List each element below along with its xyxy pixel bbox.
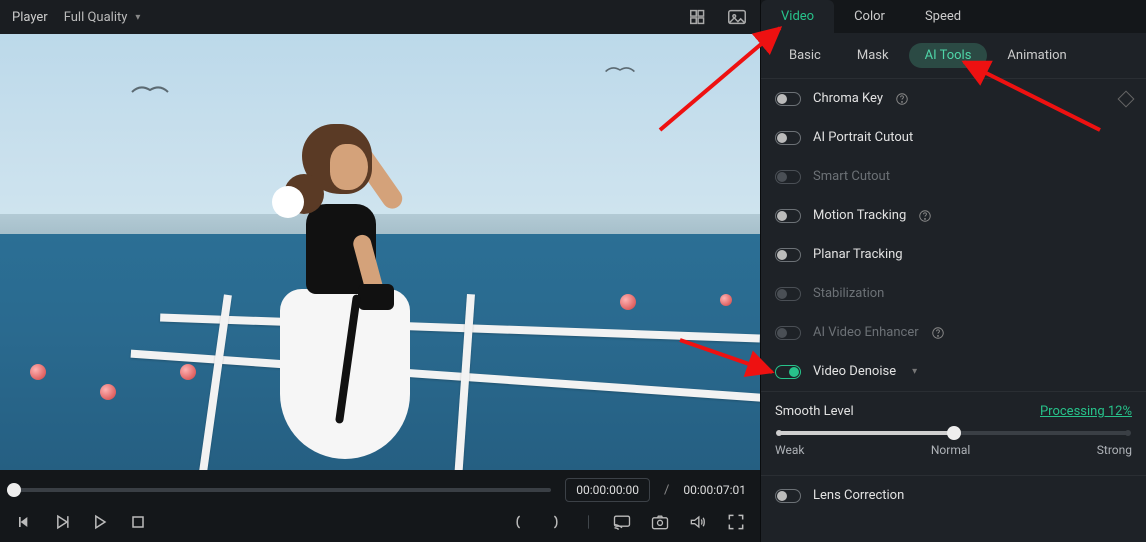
fullscreen-icon[interactable] (726, 512, 746, 532)
toggle-lens-correction[interactable] (775, 489, 801, 503)
time-current[interactable]: 00:00:00:00 (565, 478, 650, 502)
processing-link[interactable]: Processing 12% (1040, 404, 1132, 419)
video-preview[interactable] (0, 34, 760, 470)
progress-knob[interactable] (7, 483, 21, 497)
quality-dropdown[interactable]: Full Quality ▾ (64, 10, 141, 25)
smooth-level-block: Smooth Level Processing 12% Weak Normal … (761, 391, 1146, 475)
bird-icon (130, 84, 170, 96)
help-icon[interactable] (895, 92, 909, 106)
subtab-ai-tools[interactable]: AI Tools (909, 43, 988, 68)
label-lens-correction: Lens Correction (813, 488, 904, 503)
time-separator: / (664, 483, 669, 498)
toggle-chroma-key[interactable] (775, 92, 801, 106)
chevron-down-icon: ▾ (135, 12, 140, 23)
toggle-smart-cutout (775, 170, 801, 184)
subtab-basic[interactable]: Basic (773, 43, 837, 68)
play-forward-icon[interactable] (52, 512, 72, 532)
toggle-planar-tracking[interactable] (775, 248, 801, 262)
toggle-motion-tracking[interactable] (775, 209, 801, 223)
tool-ai-portrait-cutout[interactable]: AI Portrait Cutout (761, 118, 1146, 157)
tab-video[interactable]: Video (761, 0, 834, 33)
inspector-top-tabs: Video Color Speed (761, 0, 1146, 33)
image-icon[interactable] (726, 6, 748, 28)
time-total: 00:00:07:01 (683, 483, 746, 497)
stop-icon[interactable] (128, 512, 148, 532)
mark-in-icon[interactable] (508, 512, 528, 532)
label-ai-video-enhancer: AI Video Enhancer (813, 325, 919, 340)
label-chroma-key: Chroma Key (813, 91, 883, 106)
toggle-stabilization (775, 287, 801, 301)
ai-tools-list: Chroma Key AI Portrait Cutout Smart Cuto… (761, 79, 1146, 542)
label-video-denoise: Video Denoise (813, 364, 896, 379)
help-icon (931, 326, 945, 340)
tab-speed[interactable]: Speed (905, 0, 981, 33)
toggle-ai-portrait-cutout[interactable] (775, 131, 801, 145)
label-stabilization: Stabilization (813, 286, 884, 301)
smooth-slider[interactable] (779, 431, 1128, 435)
chevron-down-icon[interactable]: ▾ (912, 366, 917, 377)
player-title: Player (12, 10, 48, 25)
help-icon[interactable] (918, 209, 932, 223)
prev-frame-icon[interactable] (14, 512, 34, 532)
label-motion-tracking: Motion Tracking (813, 208, 906, 223)
player-top-bar: Player Full Quality ▾ (0, 0, 760, 34)
divider (584, 512, 594, 532)
tab-color[interactable]: Color (834, 0, 905, 33)
cast-icon[interactable] (612, 512, 632, 532)
player-panel: Player Full Quality ▾ (0, 0, 760, 542)
tool-chroma-key[interactable]: Chroma Key (761, 79, 1146, 118)
smooth-weak: Weak (775, 443, 804, 457)
inspector-sub-tabs: Basic Mask AI Tools Animation (761, 33, 1146, 79)
quality-label: Full Quality (64, 10, 128, 25)
label-planar-tracking: Planar Tracking (813, 247, 903, 262)
tool-stabilization: Stabilization (761, 274, 1146, 313)
smooth-slider-knob[interactable] (947, 426, 961, 440)
tool-planar-tracking[interactable]: Planar Tracking (761, 235, 1146, 274)
play-icon[interactable] (90, 512, 110, 532)
tool-ai-video-enhancer: AI Video Enhancer (761, 313, 1146, 352)
inspector-panel: Video Color Speed Basic Mask AI Tools An… (760, 0, 1146, 542)
smooth-label: Smooth Level (775, 404, 854, 419)
tool-lens-correction[interactable]: Lens Correction (761, 475, 1146, 515)
subtab-animation[interactable]: Animation (991, 43, 1082, 68)
subtab-mask[interactable]: Mask (841, 43, 905, 68)
toggle-ai-video-enhancer (775, 326, 801, 340)
tool-video-denoise[interactable]: Video Denoise ▾ (761, 352, 1146, 391)
label-smart-cutout: Smart Cutout (813, 169, 890, 184)
smooth-normal: Normal (931, 443, 970, 457)
compare-grid-icon[interactable] (688, 6, 710, 28)
progress-slider[interactable] (14, 488, 551, 492)
mark-out-icon[interactable] (546, 512, 566, 532)
volume-icon[interactable] (688, 512, 708, 532)
tool-motion-tracking[interactable]: Motion Tracking (761, 196, 1146, 235)
toggle-video-denoise[interactable] (775, 365, 801, 379)
smooth-strong: Strong (1097, 443, 1132, 457)
player-controls: 00:00:00:00 / 00:00:07:01 (0, 470, 760, 542)
bird-icon (604, 65, 636, 75)
snapshot-icon[interactable] (650, 512, 670, 532)
keyframe-icon[interactable] (1118, 90, 1135, 107)
label-ai-portrait-cutout: AI Portrait Cutout (813, 130, 913, 145)
tool-smart-cutout: Smart Cutout (761, 157, 1146, 196)
